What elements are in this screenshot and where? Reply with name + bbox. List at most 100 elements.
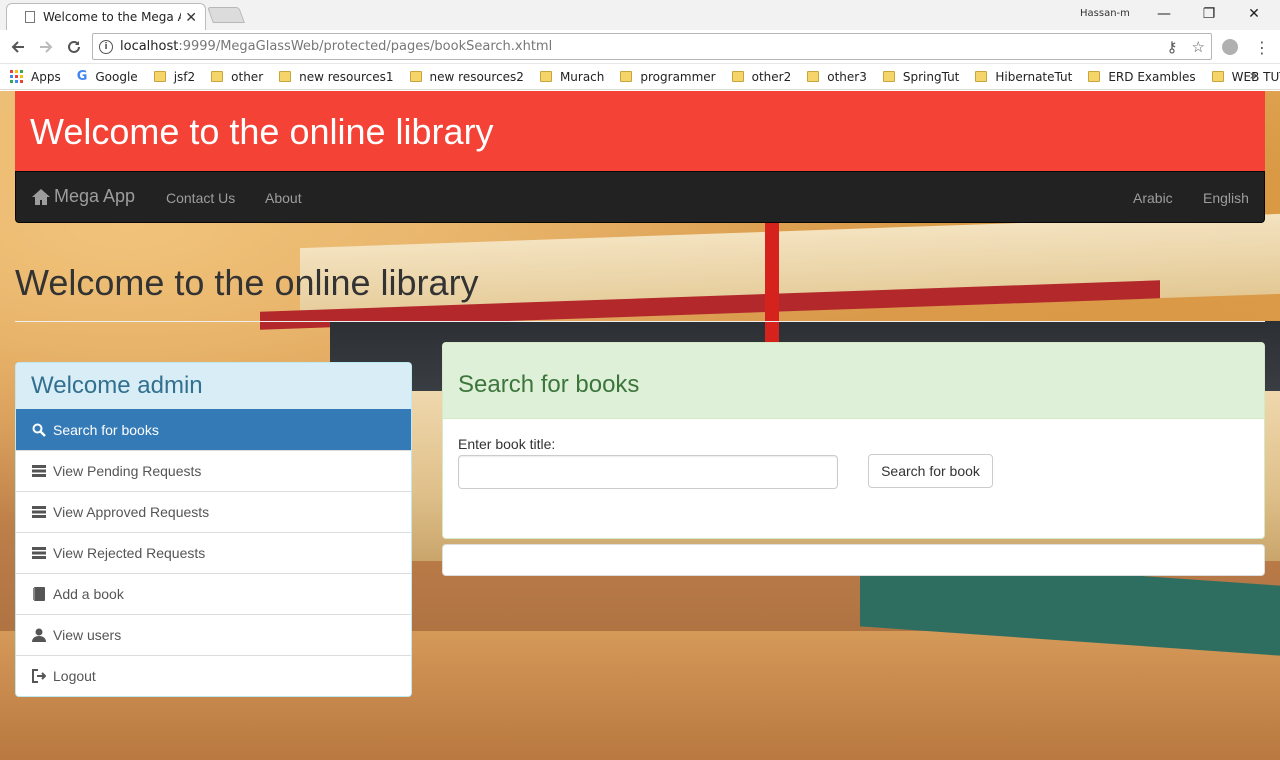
navbar: Mega App Contact Us About Arabic English <box>15 171 1265 223</box>
sidebar-item-label: View Approved Requests <box>53 504 210 520</box>
sidebar-item-rejected-requests[interactable]: View Rejected Requests <box>16 532 411 573</box>
new-tab-button[interactable] <box>207 7 245 23</box>
logout-icon <box>31 668 47 684</box>
minimize-icon[interactable]: — <box>1144 2 1184 26</box>
forward-icon[interactable] <box>34 35 58 59</box>
list-icon <box>31 545 47 561</box>
info-icon[interactable]: i <box>99 39 113 54</box>
sidebar-item-approved-requests[interactable]: View Approved Requests <box>16 491 411 532</box>
bookmark-label: Apps <box>31 69 61 84</box>
apps-icon <box>10 70 23 83</box>
url-path: :9999/MegaGlassWeb/protected/pages/bookS… <box>178 39 553 54</box>
nav-english[interactable]: English <box>1203 190 1249 206</box>
folder-icon <box>211 71 224 82</box>
back-icon[interactable] <box>6 35 30 59</box>
bookmarks-more-icon[interactable]: » <box>1249 68 1258 84</box>
folder-icon <box>882 71 895 82</box>
bookmark-label: jsf2 <box>173 69 196 84</box>
profile-name[interactable]: Hassan-m <box>1080 8 1130 19</box>
bookmark-folder[interactable]: new resources2 <box>409 69 524 84</box>
browser-tabstrip: Welcome to the Mega Ap ✕ Hassan-m — ❐ ✕ <box>0 0 1280 30</box>
folder-icon <box>975 71 988 82</box>
banner-title: Welcome to the online library <box>30 111 494 152</box>
sidebar-item-search-books[interactable]: Search for books <box>16 409 411 450</box>
page-content: Welcome to the online library Mega App C… <box>0 91 1280 760</box>
sidebar-item-label: Add a book <box>53 586 124 602</box>
folder-icon <box>731 71 744 82</box>
bookmark-label: new resources1 <box>299 69 394 84</box>
sidebar-item-view-users[interactable]: View users <box>16 614 411 655</box>
folder-icon <box>620 71 633 82</box>
tab-close-icon[interactable]: ✕ <box>185 9 197 26</box>
sidebar-item-label: Logout <box>53 668 96 684</box>
reload-icon[interactable] <box>62 35 86 59</box>
brand-link[interactable]: Mega App <box>31 186 135 207</box>
search-panel-heading: Search for books <box>443 343 1264 419</box>
sidebar-panel: Welcome admin Search for books View Pend… <box>15 362 412 697</box>
bookmark-folder[interactable]: other <box>211 70 263 84</box>
bookmark-folder[interactable]: SpringTut <box>882 69 960 84</box>
key-icon[interactable]: ⚷ <box>1167 38 1178 56</box>
nav-arabic[interactable]: Arabic <box>1133 190 1173 206</box>
bookmark-google[interactable]: G Google <box>77 69 138 84</box>
sidebar-item-label: View Rejected Requests <box>53 545 206 561</box>
bookmark-folder[interactable]: programmer <box>620 69 716 84</box>
nav-about[interactable]: About <box>265 190 302 206</box>
bookmark-apps[interactable]: Apps <box>10 70 61 84</box>
sidebar-item-label: View users <box>53 627 122 643</box>
bookmark-folder[interactable]: jsf2 <box>153 69 196 84</box>
brand-label: Mega App <box>54 186 136 206</box>
book-icon <box>31 586 47 602</box>
browser-tab[interactable]: Welcome to the Mega Ap ✕ <box>6 3 206 30</box>
book-title-input[interactable] <box>458 455 838 489</box>
sidebar-item-add-book[interactable]: Add a book <box>16 573 411 614</box>
folder-icon <box>153 71 166 82</box>
bookmark-label: ERD Exambles <box>1108 69 1196 84</box>
folder-icon <box>279 71 292 82</box>
sidebar-heading: Welcome admin <box>16 363 411 409</box>
folder-icon <box>1088 71 1101 82</box>
address-bar[interactable]: i localhost:9999/MegaGlassWeb/protected/… <box>92 33 1212 60</box>
folder-icon <box>1211 71 1224 82</box>
search-panel: Search for books Enter book title: Searc… <box>442 342 1265 539</box>
list-icon <box>31 463 47 479</box>
bookmark-label: other3 <box>827 69 867 84</box>
bookmark-label: programmer <box>640 69 716 84</box>
extension-icon[interactable] <box>1222 39 1238 55</box>
restore-icon[interactable]: ❐ <box>1189 2 1229 26</box>
bookmark-folder[interactable]: other3 <box>807 70 867 84</box>
page-title: Welcome to the online library <box>15 262 479 303</box>
bookmark-label: new resources2 <box>429 69 524 84</box>
folder-icon <box>539 71 552 82</box>
tab-title: Welcome to the Mega Ap <box>43 10 182 24</box>
divider <box>15 321 1265 322</box>
bookmark-folder[interactable]: ERD Exambles <box>1088 69 1196 84</box>
bookmark-label: other <box>231 69 264 84</box>
bookmark-label: HibernateTut <box>995 69 1073 84</box>
window-close-icon[interactable]: ✕ <box>1234 2 1274 26</box>
folder-icon <box>409 71 422 82</box>
sidebar-item-logout[interactable]: Logout <box>16 655 411 696</box>
menu-icon[interactable]: ⋮ <box>1254 38 1270 57</box>
results-panel <box>442 544 1265 576</box>
bookmark-folder[interactable]: new resources1 <box>279 69 394 84</box>
bookmark-folder[interactable]: Murach <box>539 69 605 84</box>
home-icon <box>32 188 50 205</box>
search-icon <box>31 422 47 438</box>
folder-icon <box>807 71 820 82</box>
nav-contact-us[interactable]: Contact Us <box>166 190 235 206</box>
bookmark-label: Murach <box>559 69 605 84</box>
sidebar-item-pending-requests[interactable]: View Pending Requests <box>16 450 411 491</box>
book-title-label: Enter book title: <box>458 436 556 452</box>
browser-toolbar: i localhost:9999/MegaGlassWeb/protected/… <box>0 30 1280 64</box>
url-host: localhost <box>120 39 179 54</box>
bookmark-label: SpringTut <box>902 69 960 84</box>
search-book-button[interactable]: Search for book <box>868 454 993 488</box>
bookmark-folder[interactable]: HibernateTut <box>975 70 1072 84</box>
bookmark-label: Google <box>95 69 138 84</box>
star-icon[interactable]: ☆ <box>1192 38 1205 56</box>
bookmark-folder[interactable]: other2 <box>731 70 791 84</box>
sidebar-item-label: Search for books <box>53 422 159 438</box>
bookmark-folder[interactable]: WEB TUT <box>1211 70 1280 84</box>
banner: Welcome to the online library <box>15 91 1265 171</box>
